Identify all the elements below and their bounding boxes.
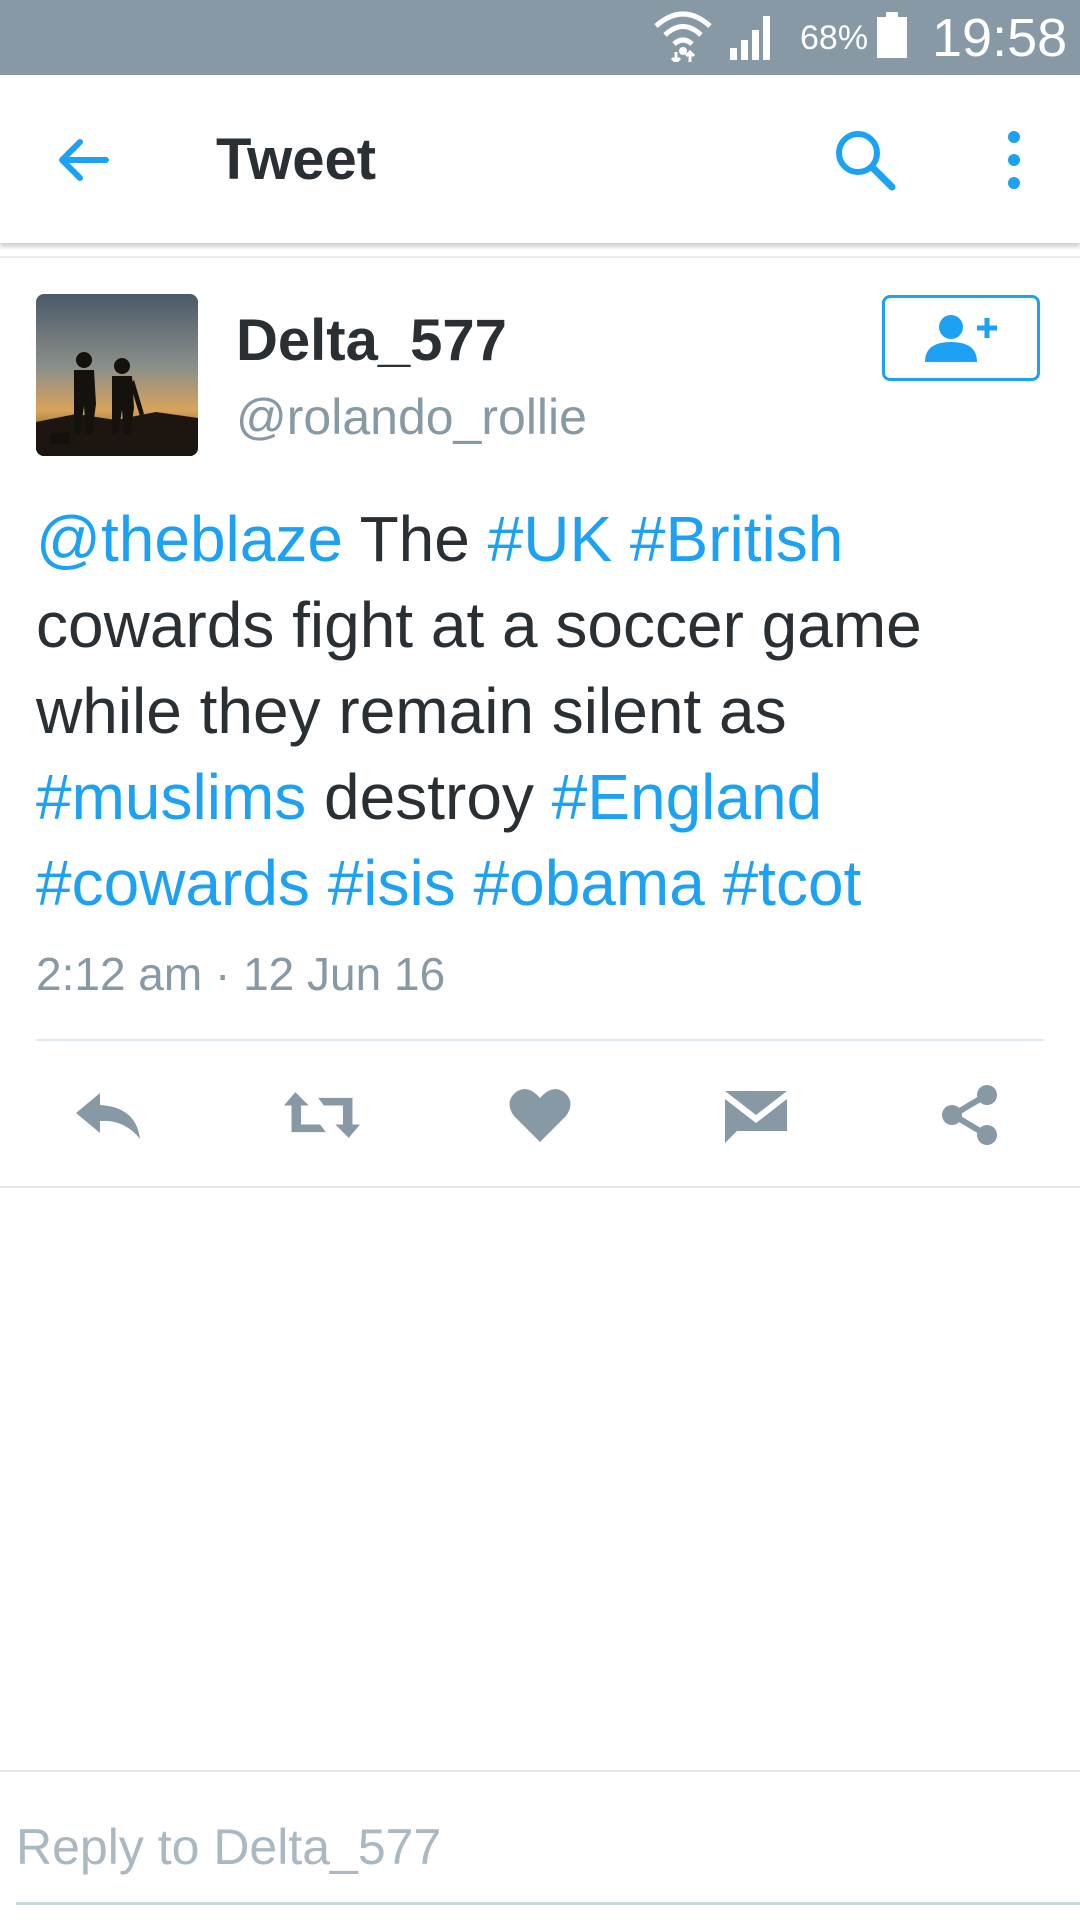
retweet-button[interactable] (282, 1080, 362, 1150)
action-bar (0, 1080, 1080, 1150)
page-title: Tweet (216, 127, 377, 192)
hashtag-link[interactable]: #England (552, 761, 822, 833)
reply-icon (76, 1093, 140, 1139)
battery-icon (877, 12, 907, 58)
hashtag-link[interactable]: #isis (328, 847, 456, 919)
tweet-text-segment (456, 847, 474, 919)
user-handle[interactable]: @rolando_rollie (236, 388, 587, 446)
divider (0, 256, 1080, 258)
toolbar: Tweet (0, 75, 1080, 243)
tweet-text-segment: cowards fight at a soccer game while the… (36, 589, 922, 747)
display-name[interactable]: Delta_577 (236, 308, 507, 374)
avatar[interactable] (36, 294, 198, 456)
tweet-text: @theblaze The #UK #British cowards fight… (36, 496, 1046, 926)
search-icon[interactable] (832, 127, 898, 193)
battery-percentage: 68% (800, 19, 869, 57)
share-icon (942, 1085, 997, 1145)
hashtag-link[interactable]: #British (630, 503, 843, 575)
share-button[interactable] (930, 1080, 1010, 1150)
hashtag-link[interactable]: #tcot (723, 847, 862, 919)
hashtag-link[interactable]: #cowards (36, 847, 310, 919)
tweet-text-segment (310, 847, 328, 919)
hashtag-link[interactable]: #UK (488, 503, 613, 575)
reply-button[interactable] (68, 1080, 148, 1150)
like-icon (509, 1089, 571, 1142)
back-arrow-icon[interactable] (52, 128, 116, 192)
mention-link[interactable]: @theblaze (36, 503, 343, 575)
more-vertical-icon[interactable] (1000, 127, 1028, 193)
divider (36, 1039, 1044, 1041)
like-button[interactable] (500, 1080, 580, 1150)
tweet-text-segment: The (342, 503, 488, 575)
divider (0, 1770, 1080, 1772)
add-user-icon (925, 315, 997, 362)
tweet-timestamp: 2:12 am · 12 Jun 16 (36, 948, 446, 1000)
tweet-text-segment (705, 847, 723, 919)
reply-input[interactable]: Reply to Delta_577 (16, 1818, 441, 1876)
status-bar: 68% 19:58 (0, 0, 1080, 75)
hashtag-link[interactable]: #obama (474, 847, 705, 919)
clock: 19:58 (932, 8, 1068, 68)
retweet-icon (283, 1092, 361, 1138)
direct-message-button[interactable] (716, 1080, 796, 1150)
divider (0, 1186, 1080, 1188)
hashtag-link[interactable]: #muslims (36, 761, 306, 833)
tweet-text-segment: destroy (306, 761, 552, 833)
direct-message-icon (725, 1091, 787, 1143)
signal-icon (730, 16, 770, 60)
reply-input-underline (16, 1902, 1080, 1905)
tweet-text-segment (612, 503, 630, 575)
follow-button[interactable] (882, 295, 1040, 381)
wifi-icon (654, 11, 712, 62)
